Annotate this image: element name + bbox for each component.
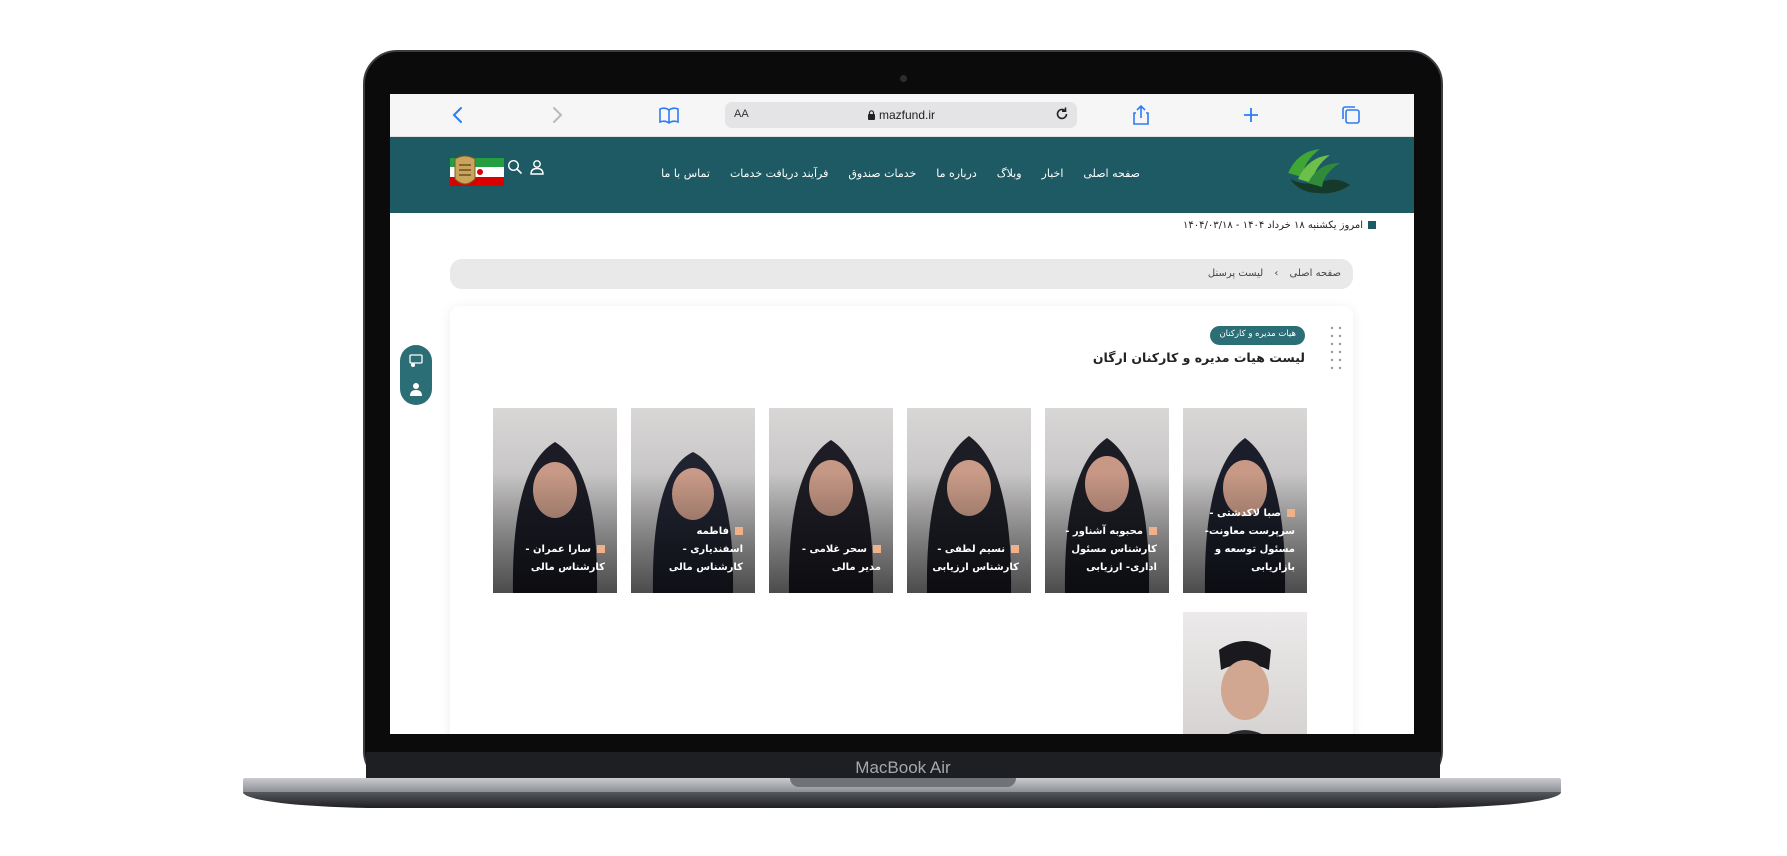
nav-news[interactable]: اخبار [1042, 167, 1064, 187]
staff-card[interactable]: سحر غلامی - مدیر مالی [769, 408, 893, 593]
caption-square-icon [1287, 509, 1295, 517]
staff-caption: صبا لاکدشتی - سرپرست معاونت- مسئول توسعه… [1204, 508, 1295, 573]
caption-square-icon [1149, 527, 1157, 535]
breadcrumb: صفحه اصلی › لیست پرسنل [450, 259, 1353, 289]
site-logo[interactable] [1280, 147, 1352, 203]
section-badge: هیات مدیره و کارکنان [1210, 326, 1305, 345]
laptop-notch [790, 778, 1016, 787]
staff-caption: نسیم لطفی - کارشناس ارزیابی [932, 544, 1019, 573]
nav-about[interactable]: درباره ما [936, 167, 976, 187]
url-text: mazfund.ir [725, 108, 1077, 122]
laptop-base-edge [243, 792, 1561, 808]
caption-square-icon [735, 527, 743, 535]
user-icon[interactable] [529, 159, 545, 175]
back-icon[interactable] [447, 104, 469, 126]
main-nav: صفحه اصلی اخبار وبلاگ درباره ما خدمات صن… [661, 167, 1140, 187]
address-bar[interactable]: AA mazfund.ir [725, 102, 1077, 128]
nav-blog[interactable]: وبلاگ [997, 167, 1022, 187]
staff-card[interactable]: صبا لاکدشتی - سرپرست معاونت- مسئول توسعه… [1183, 408, 1307, 593]
camera-icon [900, 75, 907, 82]
bookmarks-icon[interactable] [658, 104, 680, 126]
nav-contact[interactable]: تماس با ما [661, 167, 710, 187]
staff-card[interactable]: فاطمه اسفندیاری - کارشناس مالی [631, 408, 755, 593]
floating-contact-widget [400, 345, 432, 405]
staff-caption: سارا عمران - کارشناس مالی [525, 544, 605, 573]
nav-services[interactable]: خدمات صندوق [848, 167, 916, 187]
share-icon[interactable] [1130, 104, 1152, 126]
browser-screen: AA mazfund.ir صفحه اصلی اخبار وبلاگ دربا… [390, 94, 1414, 734]
staff-caption: سحر غلامی - مدیر مالی [801, 544, 881, 573]
staff-card[interactable]: محبوبه آشناور - کارشناس مسئول اداری- ارز… [1045, 408, 1169, 593]
staff-card[interactable] [1183, 612, 1307, 734]
reload-icon[interactable] [1053, 105, 1071, 123]
staff-caption: محبوبه آشناور - کارشناس مسئول اداری- ارز… [1065, 526, 1157, 573]
device-brand-label: MacBook Air [855, 758, 951, 777]
staff-card[interactable]: نسیم لطفی - کارشناس ارزیابی [907, 408, 1031, 593]
date-line: امروز یکشنبه ۱۸ خرداد ۱۴۰۴ - ۱۴۰۴/۰۳/۱۸ [990, 220, 1376, 236]
browser-toolbar: AA mazfund.ir [390, 94, 1414, 137]
nav-home[interactable]: صفحه اصلی [1083, 167, 1140, 187]
emblem-badge-icon [454, 155, 476, 185]
new-tab-icon[interactable] [1240, 104, 1262, 126]
breadcrumb-separator: › [1274, 268, 1279, 279]
profile-icon[interactable] [408, 381, 424, 397]
breadcrumb-home[interactable]: صفحه اصلی [1290, 268, 1341, 279]
date-square-icon [1368, 221, 1376, 229]
caption-square-icon [597, 545, 605, 553]
forward-icon[interactable] [546, 104, 568, 126]
decorative-dots-icon [1330, 326, 1342, 370]
staff-card[interactable]: سارا عمران - کارشناس مالی [493, 408, 617, 593]
caption-square-icon [1011, 545, 1019, 553]
lock-icon [867, 110, 875, 120]
caption-square-icon [873, 545, 881, 553]
breadcrumb-current: لیست پرسنل [1207, 268, 1264, 279]
search-icon[interactable] [507, 159, 523, 175]
section-title: لیست هیات مدیره و کارکنان ارگان [1092, 350, 1305, 365]
staff-caption: فاطمه اسفندیاری - کارشناس مالی [668, 526, 743, 573]
nav-process[interactable]: فرآیند دریافت خدمات [730, 167, 828, 187]
support-chat-icon[interactable] [408, 353, 424, 369]
device-mockup: MacBook Air AA mazfund.ir صفحه اصلی اخبا… [0, 0, 1787, 856]
staff-photo [1219, 641, 1271, 734]
tabs-icon[interactable] [1340, 104, 1362, 126]
site-header: صفحه اصلی اخبار وبلاگ درباره ما خدمات صن… [390, 137, 1414, 213]
